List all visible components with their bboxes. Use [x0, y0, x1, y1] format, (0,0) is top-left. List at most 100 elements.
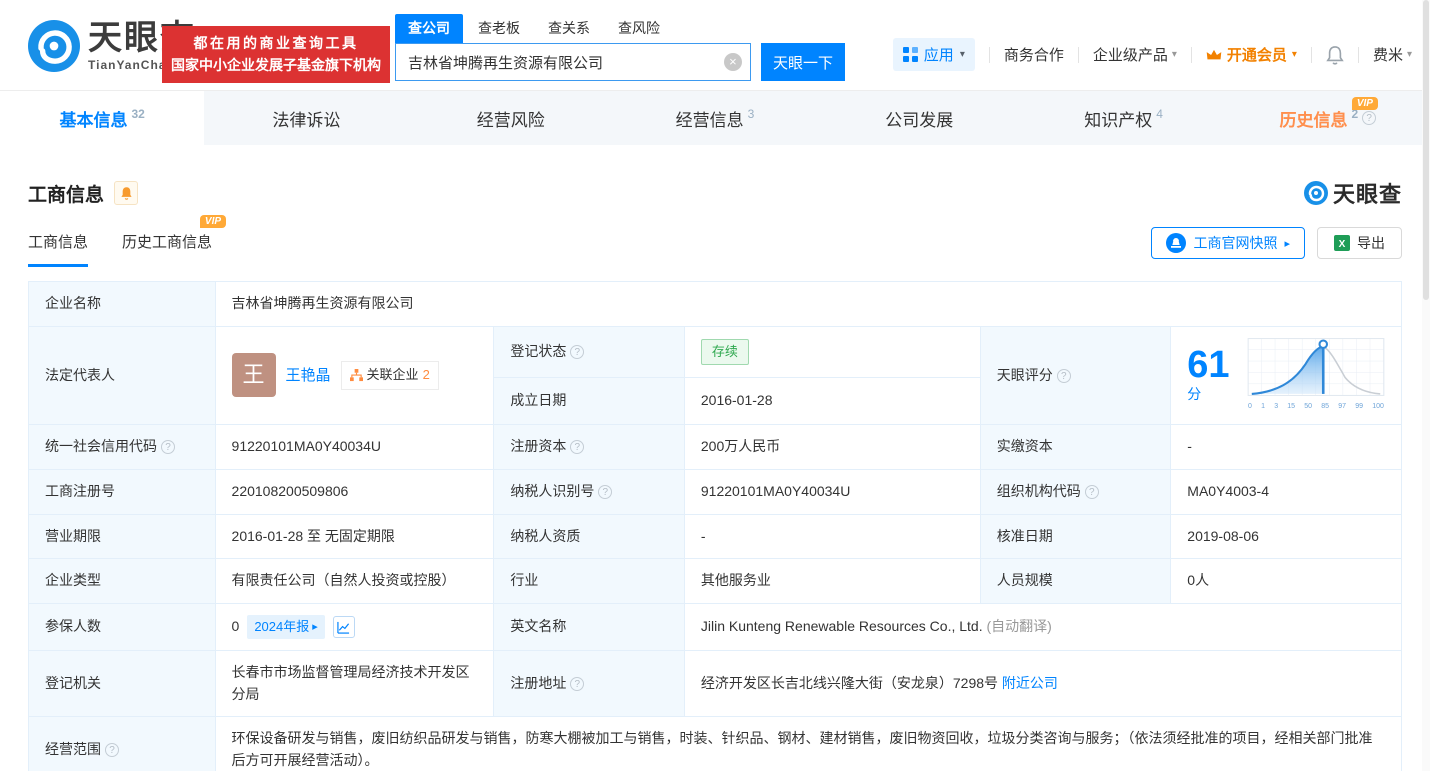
org-chart-icon [350, 369, 363, 382]
tab-operation-info-label: 经营信息 [676, 106, 744, 131]
company-section-tabs: 基本信息 32 法律诉讼 经营风险 经营信息 3 公司发展 知识产权 4 VIP… [0, 90, 1430, 145]
chevron-down-icon: ▾ [1292, 49, 1297, 60]
search-tab-company[interactable]: 查公司 [395, 14, 463, 43]
divider [1311, 47, 1312, 63]
tab-history-info[interactable]: VIP 历史信息 2 ? [1226, 91, 1430, 145]
table-row: 工商注册号 220108200509806 纳税人识别号? 91220101MA… [29, 469, 1402, 514]
legal-rep-avatar[interactable]: 王 [232, 353, 276, 397]
annual-report-badge[interactable]: 2024年报 ▸ [247, 615, 324, 639]
tab-count: 4 [1156, 107, 1163, 121]
tab-history-info-label: 历史信息 [1279, 106, 1347, 131]
help-icon[interactable]: ? [1362, 111, 1376, 125]
tab-legal-lawsuits[interactable]: 法律诉讼 [204, 91, 408, 145]
divider [989, 47, 990, 63]
trend-chart-button[interactable] [333, 616, 355, 638]
business-scope-value: 环保设备研发与销售，废旧纺织品研发与销售，防寒大棚被加工与销售，时装、针织品、钢… [215, 717, 1401, 771]
open-membership-menu[interactable]: 开通会员 ▾ [1206, 44, 1297, 65]
top-navigation: 应用 ▾ 商务合作 企业级产品 ▾ 开通会员 ▾ 费米 ▾ [893, 38, 1412, 71]
apps-grid-icon [903, 47, 918, 62]
search-button[interactable]: 天眼一下 [761, 43, 845, 81]
official-snapshot-label: 工商官网快照 [1193, 233, 1277, 253]
help-icon[interactable]: ? [598, 485, 612, 499]
search-tab-boss[interactable]: 查老板 [465, 14, 533, 43]
credit-code-value: 91220101MA0Y40034U [215, 425, 494, 470]
approval-date-value: 2019-08-06 [1171, 514, 1402, 559]
help-icon[interactable]: ? [105, 743, 119, 757]
credit-code-label: 统一社会信用代码? [29, 425, 216, 470]
business-term-label: 营业期限 [29, 514, 216, 559]
official-snapshot-button[interactable]: 工商官网快照 ▸ [1151, 227, 1305, 259]
help-icon[interactable]: ? [1085, 485, 1099, 499]
tab-intellectual-property[interactable]: 知识产权 4 [1021, 91, 1225, 145]
address-cell: 经济开发区长吉北线兴隆大街（安龙泉）7298号 附近公司 [684, 651, 1401, 717]
help-icon[interactable]: ? [570, 345, 584, 359]
enterprise-product-menu[interactable]: 企业级产品 ▾ [1093, 44, 1177, 65]
search-input[interactable] [395, 43, 751, 81]
score-tick: 3 [1274, 402, 1278, 413]
score-unit: 分 [1187, 386, 1201, 402]
insured-count-label: 参保人数 [29, 603, 216, 650]
tab-company-development-label: 公司发展 [885, 106, 953, 131]
score-tick: 15 [1287, 402, 1295, 413]
reg-capital-value: 200万人民币 [684, 425, 980, 470]
open-membership-label: 开通会员 [1227, 44, 1287, 65]
company-type-label: 企业类型 [29, 559, 216, 604]
export-label: 导出 [1357, 233, 1385, 253]
reg-status-value: 存续 [684, 326, 980, 378]
notification-bell-icon[interactable] [1326, 45, 1344, 65]
subtab-business-info[interactable]: 工商信息 [28, 231, 88, 267]
table-row: 营业期限 2016-01-28 至 无固定期限 纳税人资质 - 核准日期 201… [29, 514, 1402, 559]
username: 费米 [1373, 44, 1403, 65]
vip-badge: VIP [1352, 97, 1378, 110]
company-name-value: 吉林省坤腾再生资源有限公司 [215, 282, 1401, 327]
chevron-down-icon: ▾ [960, 49, 965, 60]
score-cell: 61分 [1171, 326, 1402, 425]
subtab-history-business-info[interactable]: VIP 历史工商信息 [122, 231, 212, 267]
nearby-companies-link[interactable]: 附近公司 [1002, 675, 1058, 691]
tab-operation-info[interactable]: 经营信息 3 [613, 91, 817, 145]
stamp-icon [1166, 233, 1186, 253]
status-badge: 存续 [701, 339, 749, 365]
export-button[interactable]: X 导出 [1317, 227, 1402, 259]
help-icon[interactable]: ? [570, 677, 584, 691]
industry-label: 行业 [494, 559, 685, 604]
industry-value: 其他服务业 [684, 559, 980, 604]
section-title: 工商信息 [28, 180, 104, 207]
tab-basic-info-label: 基本信息 [59, 106, 127, 131]
scrollbar-thumb[interactable] [1423, 0, 1429, 300]
help-icon[interactable]: ? [570, 440, 584, 454]
enterprise-product-label: 企业级产品 [1093, 44, 1168, 65]
tab-company-development[interactable]: 公司发展 [817, 91, 1021, 145]
tianyancha-watermark-icon [1304, 181, 1328, 205]
staff-size-label: 人员规模 [980, 559, 1171, 604]
apps-menu[interactable]: 应用 ▾ [893, 38, 975, 71]
legal-rep-name-link[interactable]: 王艳晶 [286, 364, 331, 387]
user-menu[interactable]: 费米 ▾ [1373, 44, 1412, 65]
subscribe-bell-button[interactable] [114, 181, 138, 205]
divider [1191, 47, 1192, 63]
chevron-down-icon: ▾ [1172, 49, 1177, 60]
related-companies-badge[interactable]: 关联企业 2 [341, 361, 439, 389]
arrow-right-icon: ▸ [312, 619, 318, 636]
search-tab-risk[interactable]: 查风险 [605, 14, 673, 43]
business-coop-link[interactable]: 商务合作 [1004, 44, 1064, 65]
score-tick: 97 [1338, 402, 1346, 413]
establish-date-value: 2016-01-28 [684, 378, 980, 425]
reg-number-label: 工商注册号 [29, 469, 216, 514]
tab-basic-info[interactable]: 基本信息 32 [0, 91, 204, 145]
clear-search-icon[interactable]: × [724, 53, 742, 71]
tab-operation-risk[interactable]: 经营风险 [409, 91, 613, 145]
apps-label: 应用 [924, 44, 954, 65]
insured-count-cell: 0 2024年报 ▸ [215, 603, 494, 650]
scrollbar[interactable] [1422, 0, 1430, 771]
arrow-right-icon: ▸ [1284, 237, 1290, 250]
help-icon[interactable]: ? [1057, 369, 1071, 383]
watermark-logo: 天眼查 [1304, 177, 1402, 209]
search-tabs: 查公司 查老板 查关系 查风险 [395, 14, 845, 43]
score-label: 天眼评分? [980, 326, 1171, 425]
help-icon[interactable]: ? [161, 440, 175, 454]
search-tab-relation[interactable]: 查关系 [535, 14, 603, 43]
divider [1358, 47, 1359, 63]
company-name-label: 企业名称 [29, 282, 216, 327]
address-value: 经济开发区长吉北线兴隆大街（安龙泉）7298号 [701, 675, 998, 691]
